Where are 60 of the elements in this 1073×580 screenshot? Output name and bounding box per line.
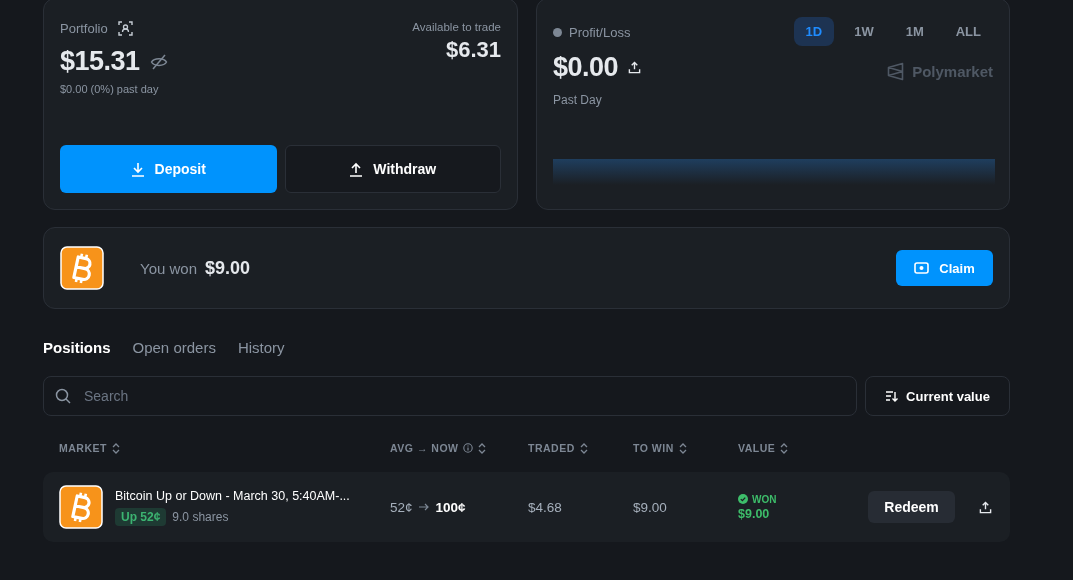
shares-count: 9.0 shares xyxy=(172,509,229,524)
profit-loss-value: $0.00 xyxy=(553,52,619,83)
search-icon xyxy=(55,388,71,404)
available-label: Available to trade xyxy=(412,21,501,33)
logo-icon xyxy=(887,62,905,81)
portfolio-value: $15.31 xyxy=(60,46,140,77)
portfolio-label: Portfolio xyxy=(60,21,108,36)
withdraw-button[interactable]: Withdraw xyxy=(284,145,501,193)
win-text: You won xyxy=(140,259,197,277)
redeem-button[interactable]: Redeem xyxy=(868,491,955,523)
search-field[interactable]: Search xyxy=(43,376,857,416)
range-tab[interactable]: ALL xyxy=(943,17,993,46)
past-day-change: $0.00 (0%) past day xyxy=(60,83,160,95)
brand-name: Polymarket xyxy=(912,63,993,80)
profit-loss-label: Profit/Loss xyxy=(569,25,631,40)
market-title: Bitcoin Up or Down - March 30, 5:40AM-... xyxy=(115,488,350,503)
current-price: 100¢ xyxy=(435,499,466,515)
avg-price: 52¢ xyxy=(390,499,413,515)
info-icon xyxy=(463,443,474,453)
position-row[interactable]: Bitcoin Up or Down - March 30, 5:40AM-... Up 52¢ 9.0 shares 52¢ 100¢ $4.68 $9.00 WON $9.00 Redeem xyxy=(43,472,1010,542)
tab[interactable]: Open orders xyxy=(132,339,216,356)
bitcoin-icon xyxy=(60,246,104,290)
scan-icon[interactable] xyxy=(117,21,133,36)
upload-icon xyxy=(349,161,364,177)
column-header[interactable]: VALUE xyxy=(738,442,776,454)
sort-icon xyxy=(579,442,588,454)
claim-button[interactable]: Claim xyxy=(896,250,993,286)
range-tab[interactable]: 1W xyxy=(842,17,886,46)
share-icon[interactable] xyxy=(979,500,992,514)
eye-off-icon[interactable] xyxy=(149,53,168,70)
status-dot xyxy=(553,28,562,37)
tab[interactable]: Positions xyxy=(43,339,111,356)
tab[interactable]: History xyxy=(237,339,285,356)
sort-icon xyxy=(111,442,120,454)
column-header[interactable]: AVG → NOW xyxy=(390,442,459,454)
column-header[interactable]: TRADED xyxy=(528,442,575,454)
column-header[interactable]: MARKET xyxy=(59,442,107,454)
status-label: WON xyxy=(752,493,777,505)
column-header[interactable]: TO WIN xyxy=(633,442,674,454)
to-win-amount: $9.00 xyxy=(633,499,668,515)
win-amount: $9.00 xyxy=(205,257,251,279)
sort-icon xyxy=(780,442,789,454)
sort-icon xyxy=(478,442,487,454)
share-icon[interactable] xyxy=(628,61,642,74)
arrow-icon xyxy=(418,503,430,511)
range-tab[interactable]: 1M xyxy=(893,17,936,46)
available-value: $6.31 xyxy=(445,37,501,63)
period-label: Past Day xyxy=(553,93,603,107)
sort-icon xyxy=(678,442,687,454)
deposit-button[interactable]: Deposit xyxy=(60,145,277,193)
sort-icon xyxy=(885,390,899,402)
bitcoin-icon xyxy=(59,485,103,529)
cash-icon xyxy=(914,262,930,274)
outcome-tag: Up 52¢ xyxy=(115,507,167,526)
check-icon xyxy=(738,494,748,504)
range-tab[interactable]: 1D xyxy=(793,17,835,46)
position-value: $9.00 xyxy=(738,506,771,521)
download-icon xyxy=(130,161,145,177)
traded-amount: $4.68 xyxy=(528,499,563,515)
sort-button[interactable]: Current value xyxy=(865,376,1010,416)
